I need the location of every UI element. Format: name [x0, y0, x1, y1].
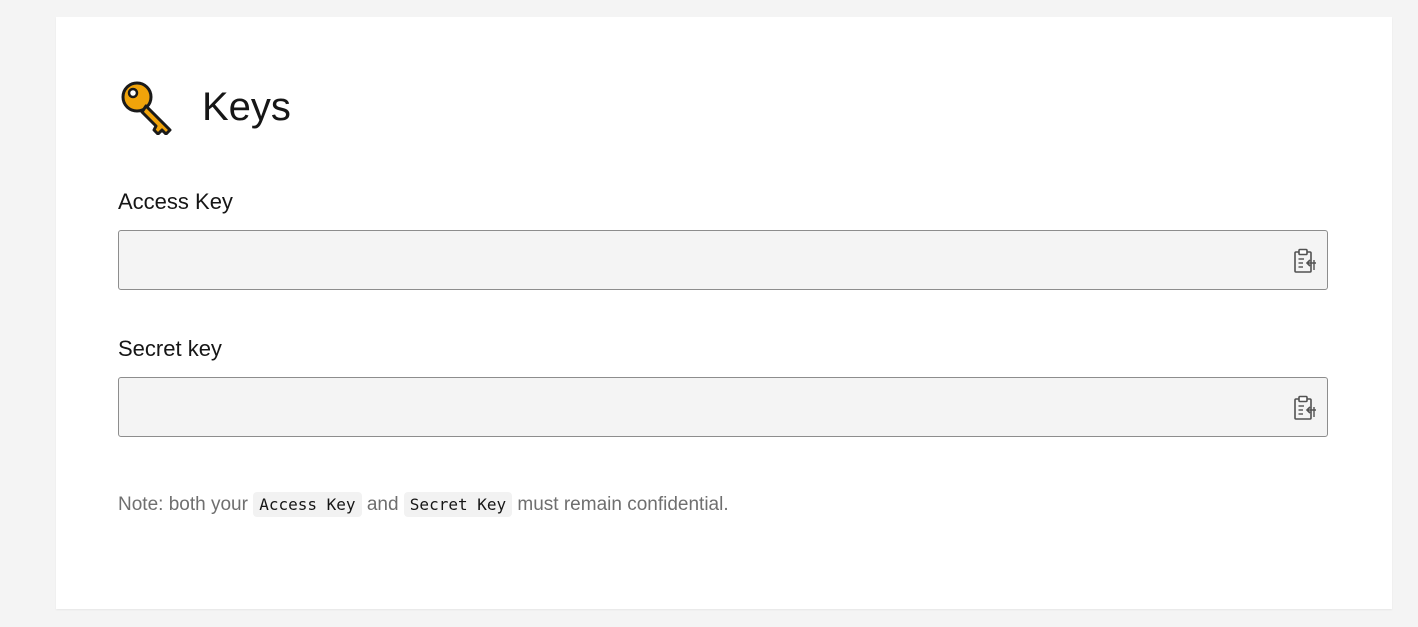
page-title: Keys: [202, 85, 291, 129]
access-key-field: [118, 230, 1328, 290]
note-code-access-key: Access Key: [253, 492, 362, 517]
note-prefix: Note: both your: [118, 494, 248, 515]
note-suffix: must remain confidential.: [517, 494, 729, 515]
clipboard-copy-icon: [1294, 248, 1316, 273]
secret-key-field: [118, 377, 1328, 437]
secret-key-copy-button[interactable]: [1291, 394, 1319, 422]
access-key-copy-button[interactable]: [1291, 247, 1319, 275]
secret-key-input[interactable]: [119, 378, 1279, 436]
access-key-label: Access Key: [118, 189, 233, 214]
clipboard-copy-icon: [1294, 395, 1316, 420]
note-middle: and: [366, 494, 399, 515]
secret-key-label: Secret key: [118, 336, 222, 361]
confidentiality-note: Note: both your Access Key and Secret Ke…: [118, 491, 729, 519]
keys-card: Keys Access Key Secret key Note: both yo…: [56, 17, 1392, 609]
key-icon: [121, 81, 172, 135]
note-code-secret-key: Secret Key: [403, 492, 513, 517]
keys-header: Keys: [120, 79, 291, 135]
access-key-input[interactable]: [119, 231, 1279, 289]
